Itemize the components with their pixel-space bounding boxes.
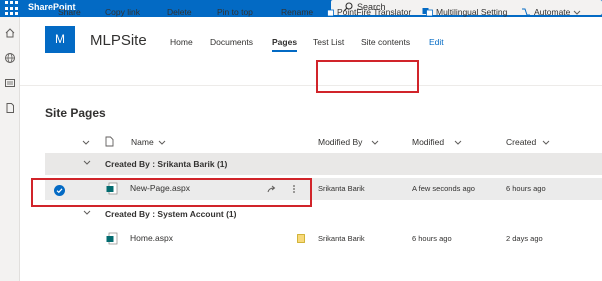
- select-all-chevron-icon[interactable]: [82, 140, 90, 146]
- rename-label: Rename: [281, 7, 314, 17]
- share-label: Share: [58, 7, 81, 17]
- chevron-down-icon: [574, 10, 581, 15]
- page-title: Site Pages: [45, 106, 106, 120]
- sitepage-file-icon: [106, 232, 118, 245]
- nav-site-contents[interactable]: Site contents: [361, 37, 410, 47]
- left-rail: [0, 17, 20, 281]
- site-title[interactable]: MLPSite: [90, 32, 147, 49]
- nav-home[interactable]: Home: [170, 37, 193, 47]
- pin-icon: [205, 9, 213, 15]
- chevron-down-icon: [454, 140, 462, 145]
- modified-cell: 6 hours ago: [412, 234, 452, 243]
- pointfire-translator-label: PointFire Translator: [337, 7, 412, 17]
- multilingual-setting-label: Multilingual Setting: [436, 7, 508, 17]
- column-modified-by[interactable]: Modified By: [318, 137, 362, 147]
- modified-by-cell[interactable]: Srikanta Barik: [318, 184, 365, 193]
- multilingual-setting-button[interactable]: Multilingual Setting: [422, 7, 507, 17]
- file-name[interactable]: Home.aspx: [130, 233, 173, 243]
- link-icon: [91, 9, 102, 15]
- home-icon[interactable]: [4, 27, 16, 39]
- pointfire-translator-button[interactable]: PointFire Translator: [323, 7, 411, 17]
- pin-to-top-label: Pin to top: [217, 7, 253, 17]
- automate-button[interactable]: Automate: [521, 7, 581, 17]
- rename-button[interactable]: Rename: [268, 7, 313, 17]
- share-icon: [45, 8, 54, 16]
- pointfire-highlight-box: [316, 60, 419, 93]
- copy-link-button[interactable]: Copy link: [91, 7, 140, 17]
- created-cell: 2 days ago: [506, 234, 543, 243]
- nav-edit[interactable]: Edit: [429, 37, 444, 47]
- group-header[interactable]: Created By : System Account (1): [45, 203, 602, 225]
- pin-to-top-button[interactable]: Pin to top: [204, 7, 253, 17]
- modified-by-cell[interactable]: Srikanta Barik: [318, 234, 365, 243]
- news-icon[interactable]: [4, 77, 16, 89]
- chevron-down-icon[interactable]: [83, 210, 91, 216]
- chevron-down-icon: [371, 140, 379, 145]
- column-name[interactable]: Name: [131, 137, 154, 147]
- chevron-down-icon: [158, 140, 166, 145]
- modified-cell: A few seconds ago: [412, 184, 475, 193]
- document-icon[interactable]: [4, 102, 16, 114]
- share-button[interactable]: Share: [45, 7, 81, 17]
- delete-button[interactable]: Delete: [154, 7, 192, 17]
- flow-icon: [522, 8, 530, 16]
- group-label: Created By : System Account (1): [105, 209, 237, 219]
- automate-label: Automate: [534, 7, 571, 17]
- chevron-down-icon: [542, 140, 550, 145]
- trash-icon: [156, 8, 162, 17]
- nav-test-list[interactable]: Test List: [313, 37, 344, 47]
- delete-label: Delete: [167, 7, 192, 17]
- created-cell: 6 hours ago: [506, 184, 546, 193]
- nav-documents[interactable]: Documents: [210, 37, 253, 47]
- copy-link-label: Copy link: [105, 7, 140, 17]
- site-logo[interactable]: M: [45, 26, 75, 53]
- translate-icon: [323, 8, 334, 17]
- command-bar: [20, 62, 602, 86]
- translate-icon: [422, 8, 433, 17]
- group-header[interactable]: Created By : Srikanta Barik (1): [45, 153, 602, 175]
- app-launcher-icon[interactable]: [5, 1, 20, 16]
- table-row[interactable]: Home.aspx Srikanta Barik 6 hours ago 2 d…: [45, 228, 602, 250]
- home-page-badge-icon: [297, 234, 305, 243]
- group-label: Created By : Srikanta Barik (1): [105, 159, 228, 169]
- globe-icon[interactable]: [4, 52, 16, 64]
- column-modified[interactable]: Modified: [412, 137, 444, 147]
- chevron-down-icon[interactable]: [83, 160, 91, 166]
- nav-pages[interactable]: Pages: [272, 37, 298, 52]
- file-type-icon[interactable]: [105, 136, 114, 147]
- rename-icon: [269, 9, 276, 15]
- column-created[interactable]: Created: [506, 137, 536, 147]
